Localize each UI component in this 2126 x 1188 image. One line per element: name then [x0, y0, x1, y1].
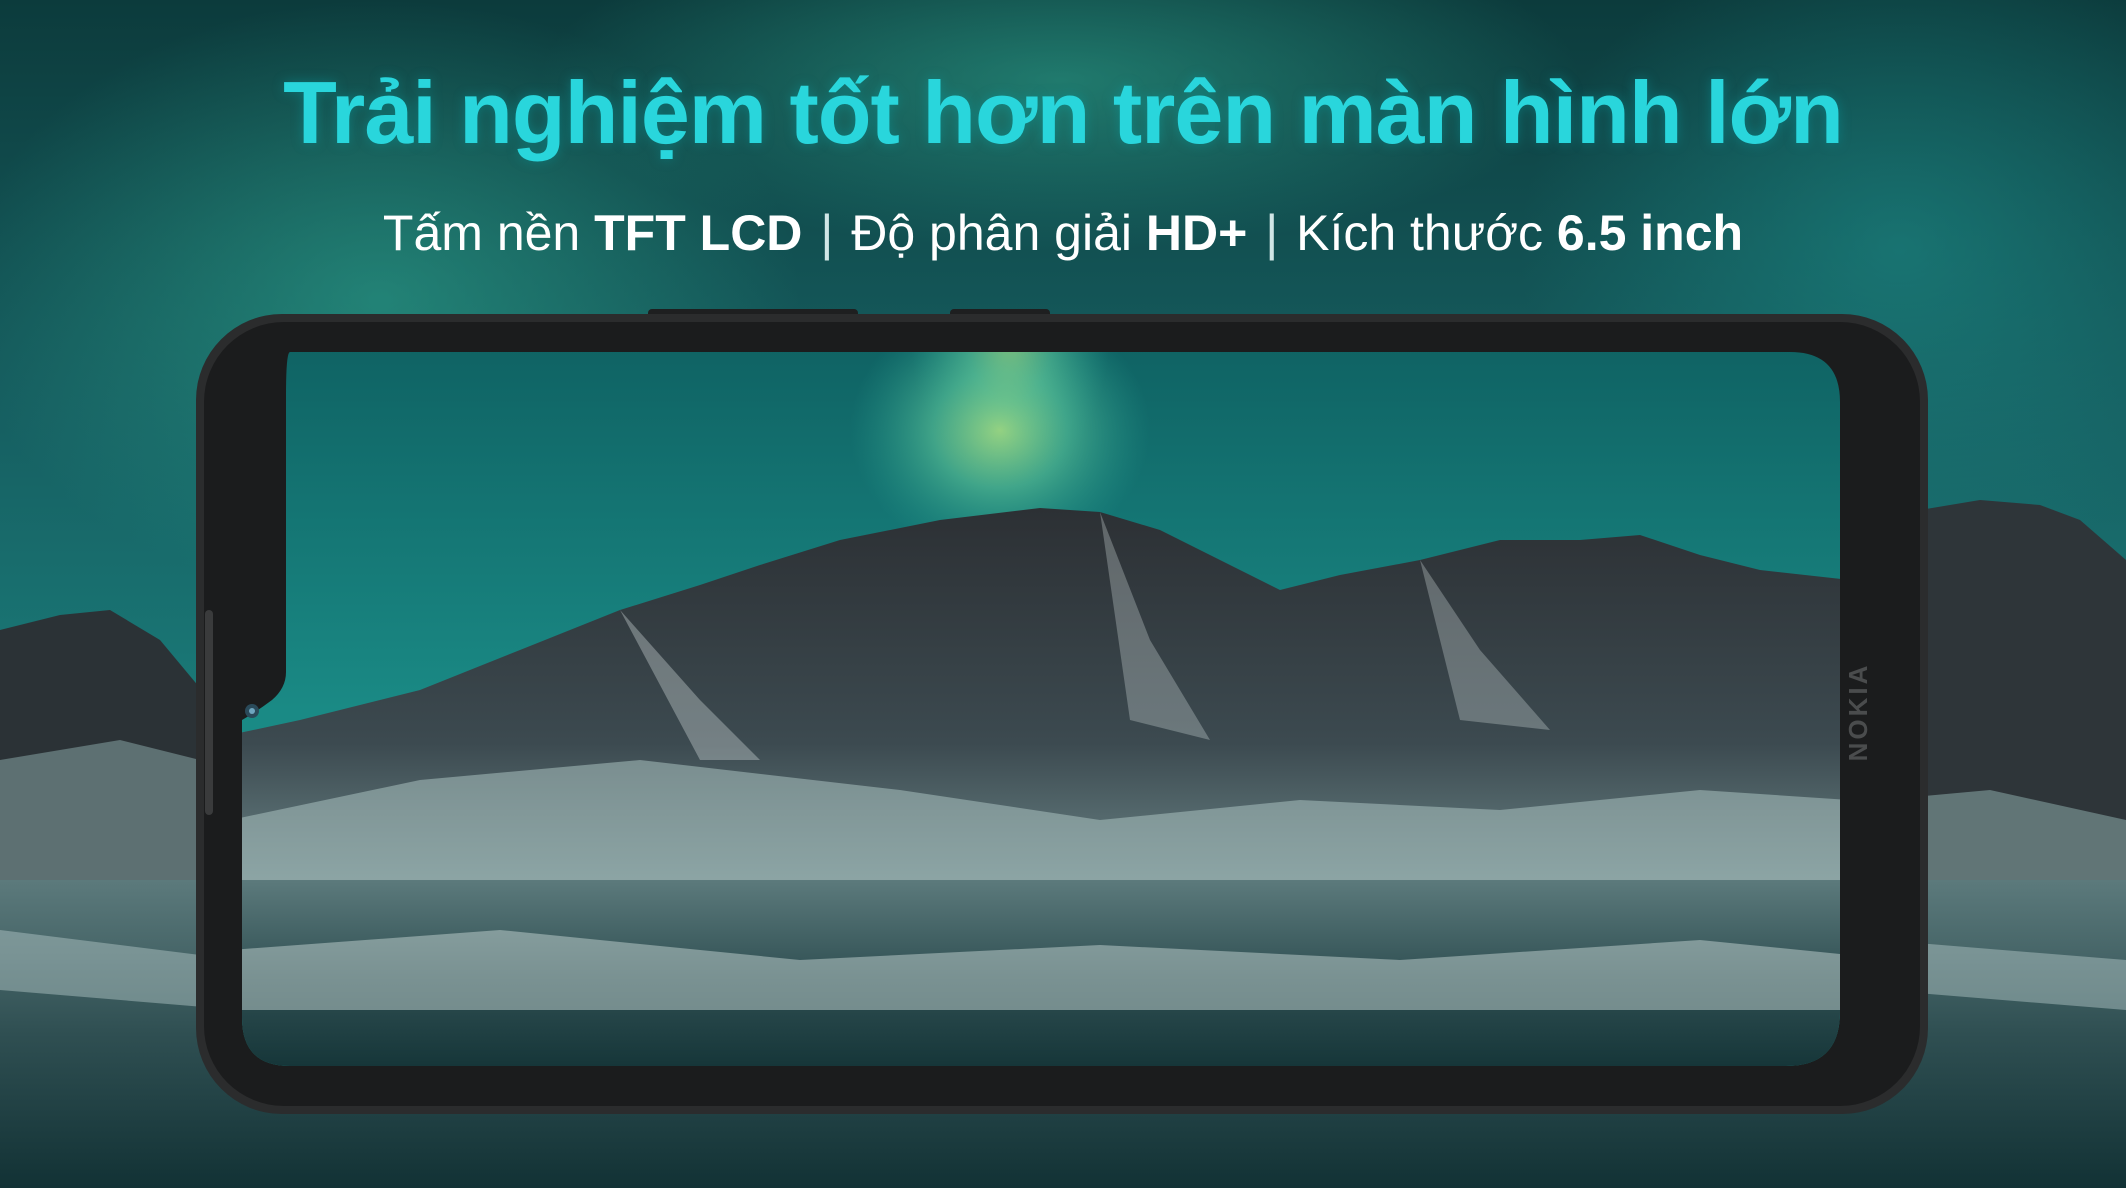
panel-value: TFT LCD — [594, 205, 803, 261]
headline: Trải nghiệm tốt hơn trên màn hình lớn — [283, 63, 1844, 162]
brand-logo: NOKIA — [1843, 662, 1873, 762]
resolution-value: HD+ — [1145, 205, 1248, 261]
spec-line: Tấm nền TFT LCD | Độ phân giải HD+ | Kíc… — [0, 204, 2126, 262]
size-label: Kích thước — [1282, 205, 1557, 261]
size-value: 6.5 inch — [1556, 205, 1744, 261]
separator: | — [1265, 205, 1279, 261]
panel-label: Tấm nền — [382, 205, 595, 261]
separator: | — [820, 205, 834, 261]
resolution-label: Độ phân giải — [837, 205, 1146, 261]
background-scene — [0, 0, 2126, 1188]
